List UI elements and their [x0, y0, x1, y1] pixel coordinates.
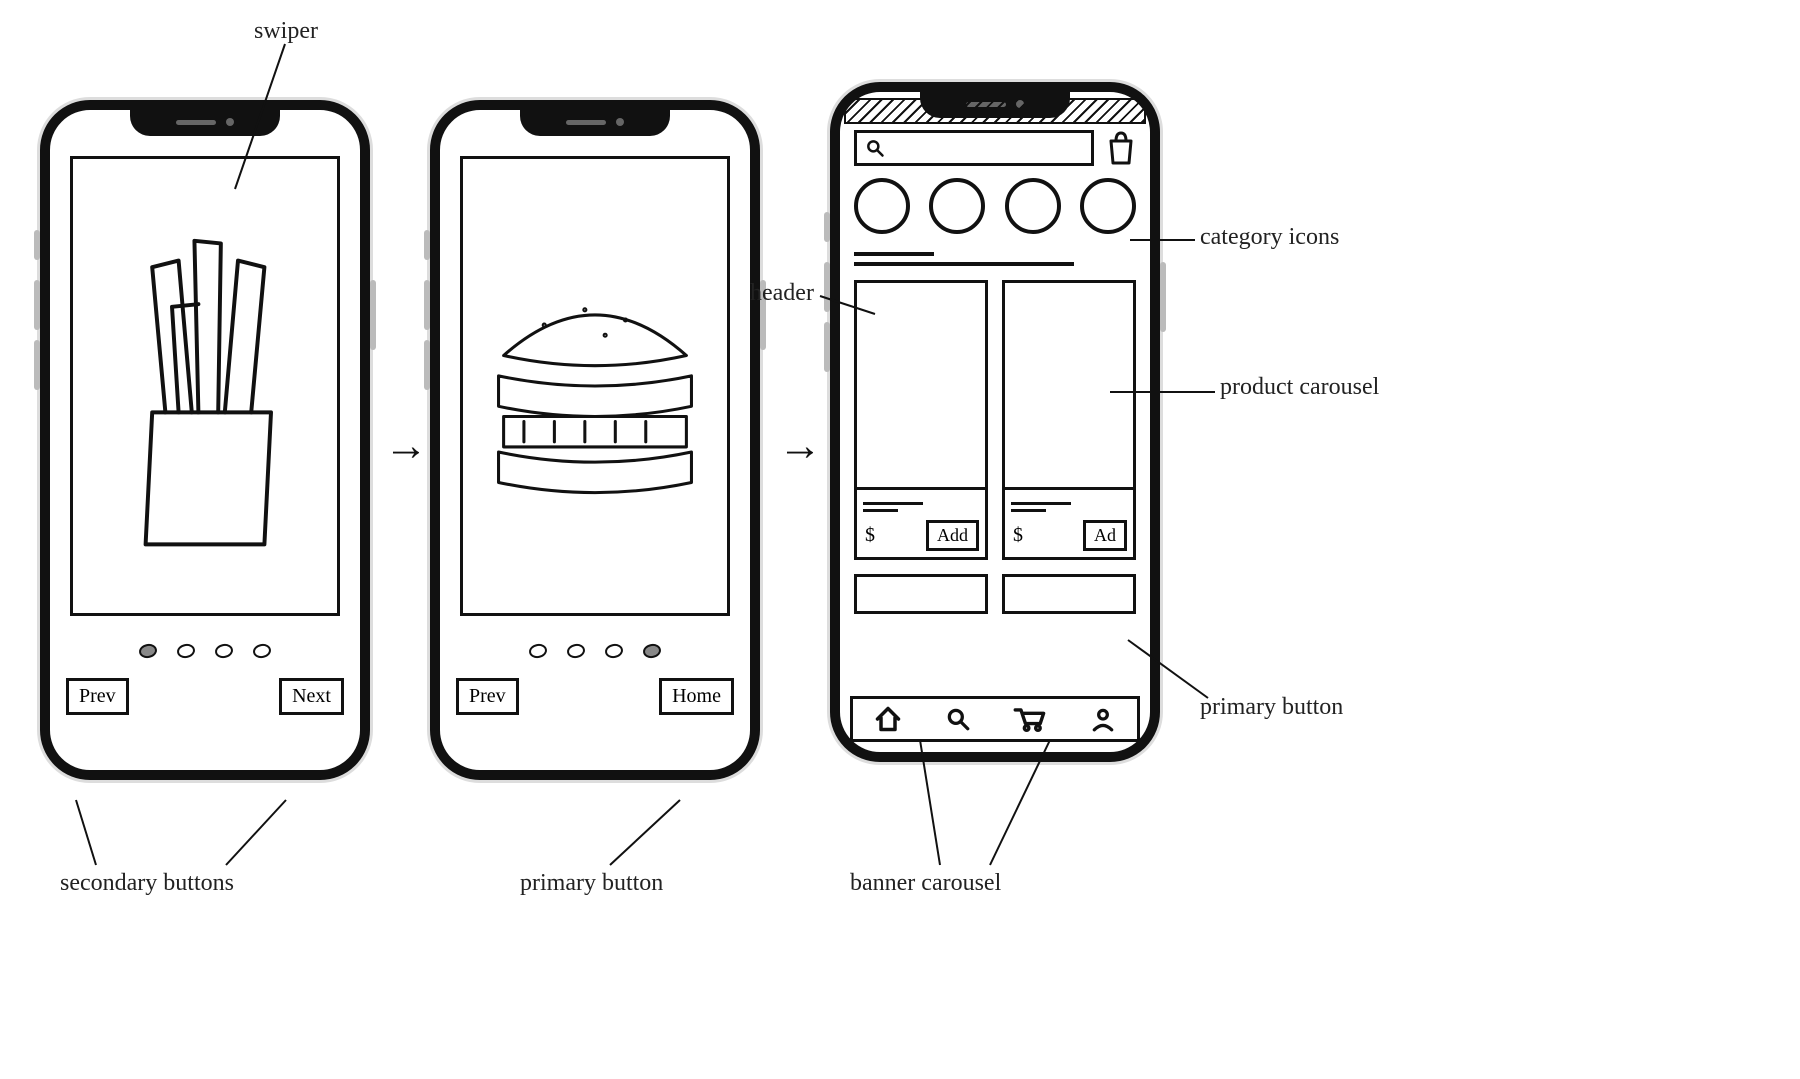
- phone-onboarding-2: Prev Home: [430, 100, 760, 780]
- search-icon: [865, 138, 885, 158]
- anno-primary-button-card: primary button: [1200, 694, 1343, 721]
- price: $: [1011, 522, 1025, 549]
- home-button[interactable]: Home: [659, 678, 734, 715]
- account-icon[interactable]: [1090, 706, 1116, 732]
- home-icon[interactable]: [874, 705, 902, 733]
- dot-4[interactable]: [642, 643, 662, 660]
- anno-primary-button-onboarding: primary button: [520, 870, 663, 897]
- swiper[interactable]: [70, 156, 340, 616]
- swiper-dots: [454, 644, 736, 658]
- price: $: [863, 522, 877, 549]
- add-button[interactable]: Ad: [1083, 520, 1127, 551]
- section-header: [854, 252, 1136, 266]
- anno-banner-carousel: banner carousel: [850, 870, 1001, 897]
- dot-2[interactable]: [566, 643, 586, 660]
- dot-2[interactable]: [176, 643, 196, 660]
- anno-swiper: swiper: [254, 18, 318, 45]
- swiper[interactable]: [460, 156, 730, 616]
- category-3[interactable]: [1005, 178, 1061, 234]
- banner-carousel[interactable]: [854, 574, 1136, 614]
- search-input[interactable]: [854, 130, 1094, 166]
- banner-1[interactable]: [854, 574, 988, 614]
- product-card[interactable]: $ Ad: [1002, 280, 1136, 560]
- category-1[interactable]: [854, 178, 910, 234]
- prev-button[interactable]: Prev: [456, 678, 519, 715]
- tab-bar: [850, 696, 1140, 742]
- dot-4[interactable]: [252, 643, 272, 660]
- product-card[interactable]: $ Add: [854, 280, 988, 560]
- arrow-2-to-3: →: [778, 420, 822, 471]
- prev-button[interactable]: Prev: [66, 678, 129, 715]
- dot-3[interactable]: [604, 643, 624, 660]
- anno-secondary-buttons: secondary buttons: [60, 870, 234, 897]
- product-carousel[interactable]: $ Add $ Ad: [854, 280, 1136, 560]
- dot-1[interactable]: [138, 643, 158, 660]
- next-button[interactable]: Next: [279, 678, 344, 715]
- dot-1[interactable]: [528, 643, 548, 660]
- category-4[interactable]: [1080, 178, 1136, 234]
- phone-home: $ Add $ Ad: [830, 82, 1160, 762]
- status-bar: [844, 98, 1146, 124]
- anno-header: header: [750, 280, 814, 307]
- banner-2[interactable]: [1002, 574, 1136, 614]
- category-icons: [854, 178, 1136, 234]
- add-button[interactable]: Add: [926, 520, 979, 551]
- arrow-1-to-2: →: [384, 420, 428, 471]
- search-icon[interactable]: [945, 706, 971, 732]
- cart-icon[interactable]: [1013, 704, 1047, 734]
- anno-category-icons: category icons: [1200, 224, 1339, 251]
- anno-product-carousel: product carousel: [1220, 374, 1379, 401]
- category-2[interactable]: [929, 178, 985, 234]
- swiper-dots: [64, 644, 346, 658]
- bag-icon[interactable]: [1106, 131, 1136, 165]
- phone-onboarding-1: Prev Next: [40, 100, 370, 780]
- dot-3[interactable]: [214, 643, 234, 660]
- fries-icon: [73, 159, 337, 613]
- burger-icon: [463, 159, 727, 613]
